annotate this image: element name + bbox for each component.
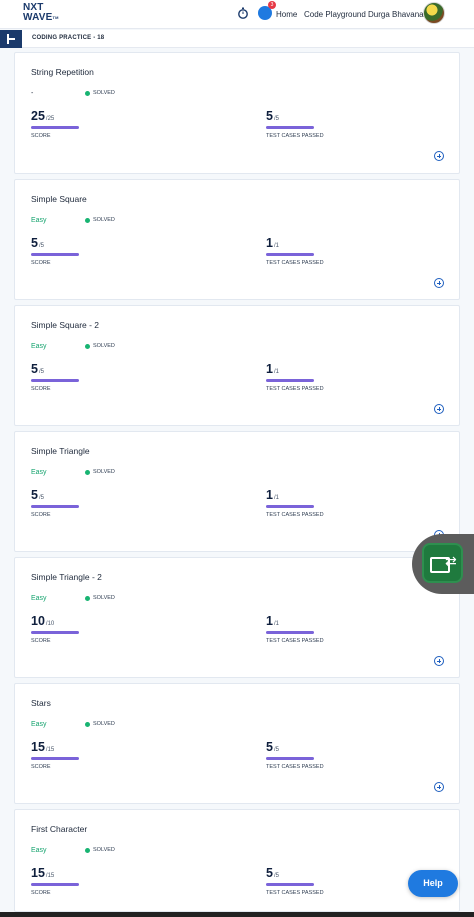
solved-dot-icon	[85, 595, 90, 601]
status-badge: SOLVED	[85, 90, 115, 96]
score-progress-bar	[31, 505, 79, 508]
plus-circle-icon[interactable]	[434, 782, 444, 792]
plus-circle-icon[interactable]	[434, 404, 444, 414]
question-title: Stars	[31, 698, 51, 708]
question-card[interactable]: Stars Easy SOLVED 15/15 SCORE 5/5 TEST C…	[14, 683, 460, 804]
nxtwave-logo[interactable]: NXT WAVETM	[23, 3, 63, 25]
floating-widget[interactable]	[412, 534, 474, 594]
score-progress-bar	[31, 126, 79, 129]
status-badge: SOLVED	[85, 721, 115, 727]
difficulty-label: Easy	[31, 847, 47, 854]
practice-title: CODING PRACTICE - 18	[32, 35, 105, 41]
question-card[interactable]: Simple Square Easy SOLVED 5/5 SCORE 1/1 …	[14, 179, 460, 300]
score-metric: 15/15 SCORE	[31, 864, 79, 896]
solved-dot-icon	[85, 847, 90, 853]
tests-metric: 5/5 TEST CASES PASSED	[266, 866, 324, 896]
score-progress-bar	[31, 379, 79, 382]
difficulty-label: Easy	[31, 343, 47, 350]
score-metric: 10/10 SCORE	[31, 612, 79, 644]
question-title: String Repetition	[31, 67, 94, 77]
status-badge: SOLVED	[85, 847, 115, 853]
tests-progress-bar	[266, 379, 314, 382]
difficulty-label: Easy	[31, 721, 47, 728]
screen-share-icon[interactable]	[422, 543, 463, 583]
question-card[interactable]: Simple Triangle Easy SOLVED 5/5 SCORE 1/…	[14, 431, 460, 552]
question-title: Simple Triangle	[31, 446, 90, 456]
tests-progress-bar	[266, 126, 314, 129]
question-title: Simple Triangle - 2	[31, 572, 102, 582]
stopwatch-icon[interactable]	[237, 7, 249, 19]
tests-progress-bar	[266, 253, 314, 256]
score-progress-bar	[31, 883, 79, 886]
status-badge: SOLVED	[85, 595, 115, 601]
tests-metric: 1/1 TEST CASES PASSED	[266, 488, 324, 518]
tests-progress-bar	[266, 757, 314, 760]
plus-circle-icon[interactable]	[434, 151, 444, 161]
solved-dot-icon	[85, 90, 90, 96]
solved-dot-icon	[85, 217, 90, 223]
help-button[interactable]: Help	[408, 870, 458, 897]
difficulty-label: Easy	[31, 217, 47, 224]
score-progress-bar	[31, 757, 79, 760]
solved-dot-icon	[85, 343, 90, 349]
score-metric: 5/5 SCORE	[31, 486, 79, 518]
notification-badge: 3	[268, 1, 276, 9]
question-card[interactable]: Simple Square - 2 Easy SOLVED 5/5 SCORE …	[14, 305, 460, 426]
sidebar-toggle-icon[interactable]	[0, 30, 22, 48]
avatar[interactable]	[423, 2, 445, 24]
tests-metric: 1/1 TEST CASES PASSED	[266, 614, 324, 644]
user-name[interactable]: Durga Bhavana	[368, 10, 424, 19]
difficulty-label: Easy	[31, 595, 47, 602]
tests-metric: 5/5 TEST CASES PASSED	[266, 109, 324, 139]
question-title: First Character	[31, 824, 88, 834]
question-title: Simple Square - 2	[31, 320, 100, 330]
score-progress-bar	[31, 253, 79, 256]
top-navbar: NXT WAVETM 3 Home Code Playground Durga …	[0, 0, 474, 29]
difficulty-label: -	[31, 90, 34, 97]
score-progress-bar	[31, 631, 79, 634]
plus-circle-icon[interactable]	[434, 278, 444, 288]
question-title: Simple Square	[31, 194, 87, 204]
tests-progress-bar	[266, 883, 314, 886]
solved-dot-icon	[85, 721, 90, 727]
tests-metric: 5/5 TEST CASES PASSED	[266, 740, 324, 770]
bottom-edge	[0, 912, 474, 917]
question-card[interactable]: String Repetition - SOLVED 25/25 SCORE 5…	[14, 52, 460, 174]
question-card[interactable]: Simple Triangle - 2 Easy SOLVED 10/10 SC…	[14, 557, 460, 678]
score-metric: 25/25 SCORE	[31, 107, 79, 139]
nav-home-link[interactable]: Home	[276, 10, 297, 19]
status-badge: SOLVED	[85, 343, 115, 349]
tests-metric: 1/1 TEST CASES PASSED	[266, 236, 324, 266]
solved-dot-icon	[85, 469, 90, 475]
question-card[interactable]: First Character Easy SOLVED 15/15 SCORE …	[14, 809, 460, 912]
score-metric: 5/5 SCORE	[31, 234, 79, 266]
tests-progress-bar	[266, 505, 314, 508]
score-metric: 5/5 SCORE	[31, 360, 79, 392]
score-metric: 15/15 SCORE	[31, 738, 79, 770]
tests-progress-bar	[266, 631, 314, 634]
status-badge: SOLVED	[85, 217, 115, 223]
status-badge: SOLVED	[85, 469, 115, 475]
nav-code-playground-link[interactable]: Code Playground	[304, 10, 366, 19]
practice-header: CODING PRACTICE - 18	[0, 30, 474, 48]
logo-line-2: WAVETM	[23, 12, 59, 23]
plus-circle-icon[interactable]	[434, 656, 444, 666]
difficulty-label: Easy	[31, 469, 47, 476]
tests-metric: 1/1 TEST CASES PASSED	[266, 362, 324, 392]
